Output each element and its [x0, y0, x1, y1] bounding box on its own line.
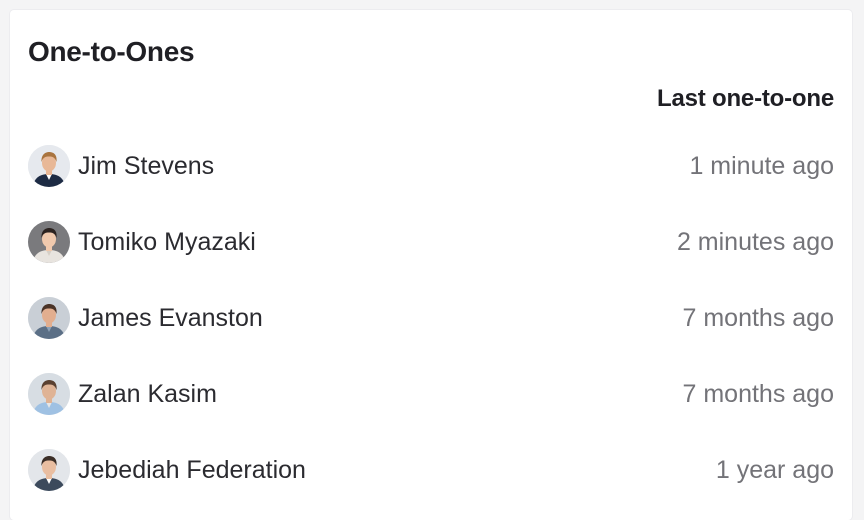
- person-name[interactable]: Jebediah Federation: [78, 455, 306, 485]
- person-photo-icon: [28, 145, 70, 187]
- person-name[interactable]: Jim Stevens: [78, 151, 214, 181]
- last-one-to-one-time: 7 months ago: [682, 304, 835, 332]
- avatar[interactable]: [28, 145, 70, 187]
- avatar[interactable]: [28, 373, 70, 415]
- avatar[interactable]: [28, 221, 70, 263]
- last-one-to-one-time: 2 minutes ago: [676, 228, 834, 256]
- person-name[interactable]: James Evanston: [78, 303, 263, 333]
- list-item[interactable]: Tomiko Myazaki 2 minutes ago: [28, 204, 834, 280]
- last-one-to-one-header: Last one-to-one: [657, 85, 834, 112]
- person-photo-icon: [28, 221, 70, 263]
- list-item[interactable]: James Evanston 7 months ago: [28, 280, 834, 356]
- person-photo-icon: [28, 373, 70, 415]
- one-to-ones-widget: One-to-Ones Last one-to-one Jim Stevens …: [10, 10, 852, 520]
- last-one-to-one-time: 7 months ago: [682, 380, 835, 408]
- list-item[interactable]: Jebediah Federation 1 year ago: [28, 432, 834, 508]
- last-one-to-one-time: 1 year ago: [715, 456, 834, 484]
- widget-title: One-to-Ones: [28, 36, 195, 67]
- people-list: Jim Stevens 1 minute ago Tomiko Myazaki …: [28, 128, 834, 508]
- person-photo-icon: [28, 297, 70, 339]
- person-name[interactable]: Zalan Kasim: [78, 379, 217, 409]
- person-photo-icon: [28, 449, 70, 491]
- person-name[interactable]: Tomiko Myazaki: [78, 227, 256, 257]
- last-one-to-one-time: 1 minute ago: [689, 152, 834, 180]
- list-item[interactable]: Zalan Kasim 7 months ago: [28, 356, 834, 432]
- avatar[interactable]: [28, 449, 70, 491]
- list-item[interactable]: Jim Stevens 1 minute ago: [28, 128, 834, 204]
- avatar[interactable]: [28, 297, 70, 339]
